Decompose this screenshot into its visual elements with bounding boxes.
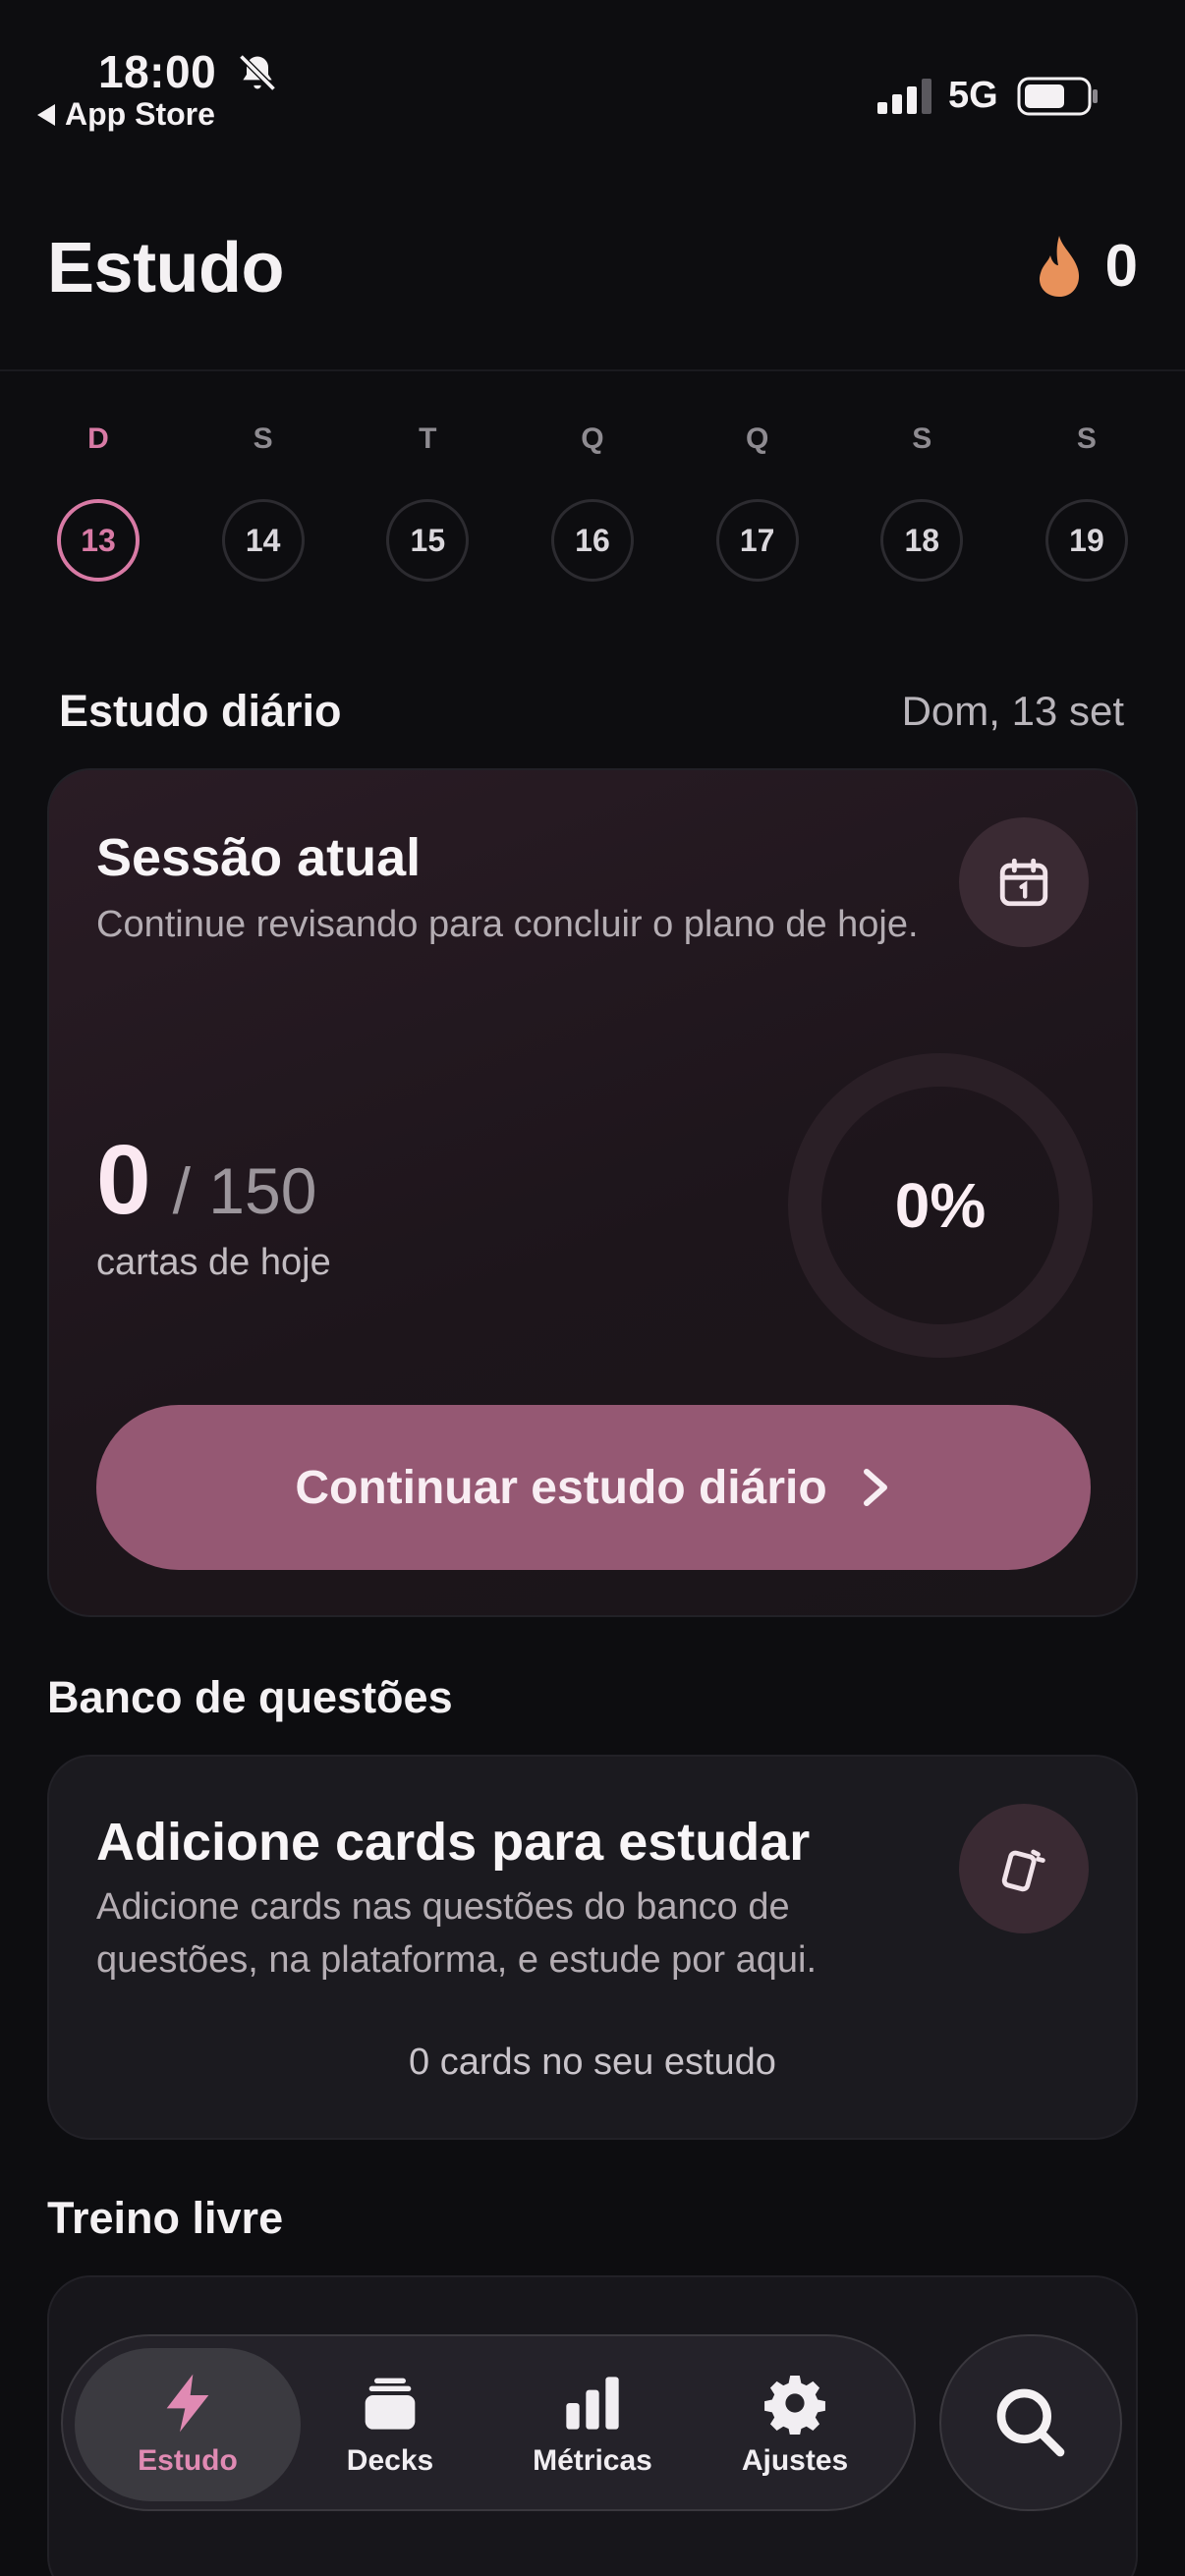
streak-count: 0 (1104, 233, 1138, 299)
daily-date-label: Dom, 13 set (901, 688, 1124, 734)
calendar-button[interactable] (959, 817, 1089, 947)
cards-button[interactable] (959, 1804, 1089, 1933)
cards-done-count: 0 (96, 1125, 151, 1235)
session-card-desc: Continue revisando para concluir o plano… (96, 904, 919, 945)
screen: 18:00 App Store 5G Estudo 0 D 13 S 14 T … (0, 0, 1185, 2576)
back-arrow-icon (37, 103, 55, 126)
cards-icon (1001, 1849, 1045, 1892)
day-sun[interactable]: D 13 (57, 422, 140, 582)
day-date: 14 (221, 499, 305, 582)
bottom-tab-bar: Estudo Decks Métricas Ajustes (61, 2334, 916, 2511)
tab-metricas[interactable]: Métricas (480, 2348, 705, 2501)
continue-button-label: Continuar estudo diário (295, 1461, 827, 1514)
calendar-icon (999, 858, 1048, 907)
day-mon[interactable]: S 14 (221, 422, 305, 582)
day-letter: S (1076, 422, 1097, 455)
bell-slash-icon (239, 54, 276, 91)
tab-ajustes[interactable]: Ajustes (682, 2348, 908, 2501)
day-wed[interactable]: Q 16 (550, 422, 634, 582)
chevron-right-icon (863, 1469, 887, 1506)
day-date: 18 (880, 499, 964, 582)
session-card: Sessão atual Continue revisando para con… (47, 768, 1138, 1617)
day-letter: T (419, 422, 437, 455)
bank-cards-count: 0 cards no seu estudo (409, 2042, 776, 2083)
continue-daily-study-button[interactable]: Continuar estudo diário (96, 1405, 1091, 1570)
tab-decks[interactable]: Decks (277, 2348, 503, 2501)
cards-total-count: / 150 (172, 1154, 317, 1227)
tab-label: Estudo (138, 2444, 238, 2477)
bank-section-title: Banco de questões (47, 1672, 453, 1722)
day-sat[interactable]: S 19 (1044, 422, 1128, 582)
day-letter: D (87, 422, 109, 455)
cards-caption: cartas de hoje (96, 1242, 331, 1283)
card-count-row: 0 / 150 (96, 1124, 316, 1237)
daily-section-title: Estudo diário (59, 686, 342, 736)
battery-icon (1017, 77, 1098, 116)
tab-label: Decks (346, 2444, 434, 2477)
header: Estudo 0 (0, 196, 1185, 371)
week-strip: D 13 S 14 T 15 Q 16 Q 17 S 18 S 19 (57, 422, 1128, 582)
tab-estudo[interactable]: Estudo (75, 2348, 301, 2501)
day-letter: Q (745, 422, 769, 455)
bank-card-desc: Adicione cards nas questões do banco de … (96, 1886, 818, 1981)
day-date: 17 (715, 499, 799, 582)
day-date: 16 (550, 499, 634, 582)
bolt-icon (166, 2374, 209, 2433)
day-fri[interactable]: S 18 (880, 422, 964, 582)
day-date: 15 (386, 499, 470, 582)
status-bar: 18:00 App Store 5G (0, 0, 1185, 147)
streak-counter[interactable]: 0 (1035, 232, 1138, 300)
network-label: 5G (948, 75, 998, 116)
free-section-title: Treino livre (47, 2193, 284, 2243)
day-date: 19 (1044, 499, 1128, 582)
bar-chart-icon (566, 2377, 619, 2430)
day-letter: S (253, 422, 273, 455)
tab-label: Métricas (533, 2444, 652, 2477)
day-date: 13 (57, 499, 140, 582)
gear-icon (764, 2376, 825, 2435)
stack-icon (365, 2378, 416, 2430)
session-card-title: Sessão atual (96, 828, 422, 887)
search-button[interactable] (939, 2334, 1122, 2511)
flame-icon (1039, 235, 1079, 297)
tab-label: Ajustes (741, 2444, 849, 2477)
signal-icon (877, 79, 931, 114)
day-letter: Q (581, 422, 604, 455)
status-time: 18:00 (98, 46, 217, 97)
day-tue[interactable]: T 15 (386, 422, 470, 582)
page-title: Estudo (47, 229, 284, 308)
bank-card-title: Adicione cards para estudar (96, 1813, 811, 1872)
day-letter: S (912, 422, 932, 455)
search-icon (996, 2388, 1065, 2457)
progress-percent: 0% (894, 1170, 987, 1241)
back-to-app-store[interactable]: App Store (37, 96, 215, 133)
question-bank-card[interactable]: Adicione cards para estudar Adicione car… (47, 1755, 1138, 2140)
back-app-label: App Store (65, 96, 215, 132)
day-thu[interactable]: Q 17 (715, 422, 799, 582)
